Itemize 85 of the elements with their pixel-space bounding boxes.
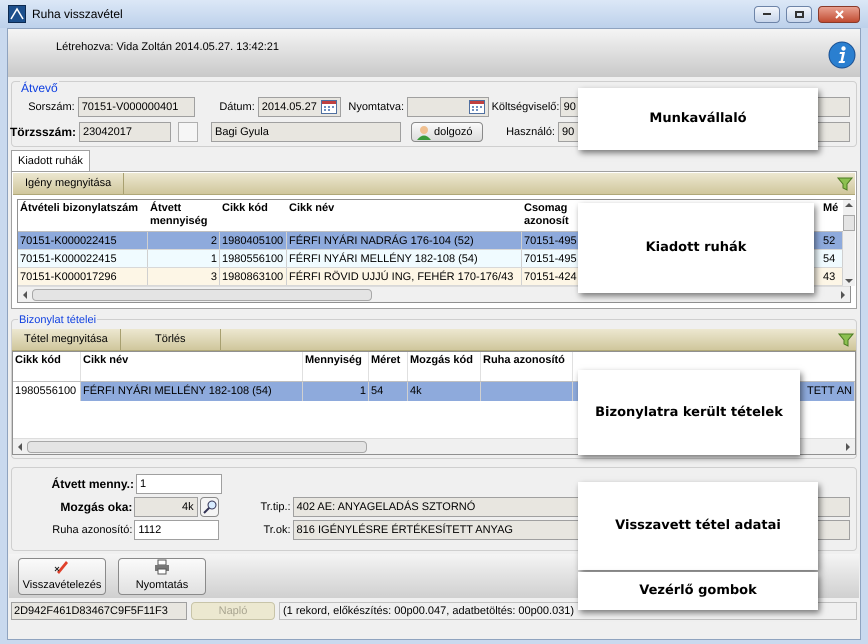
status-code-field: 2D942F461D83467C9F5F11F3 [11, 602, 187, 620]
column-header[interactable]: Cikk név [287, 200, 522, 231]
field-label: Mozgás oka: [59, 499, 132, 516]
action-button[interactable]: Nyomtatás [118, 558, 206, 594]
table-cell: FÉRFI NYÁRI MELLÉNY 182-108 (54) [81, 382, 303, 401]
tab[interactable]: Kiadott ruhák [11, 150, 90, 171]
right-arrow-icon[interactable] [845, 442, 851, 450]
column-header[interactable]: Mé [821, 200, 843, 231]
table-cell: 2 [148, 232, 220, 249]
left-arrow-icon[interactable] [17, 442, 23, 450]
field-label: Tr.tip.: [259, 500, 291, 515]
person-icon [416, 124, 432, 140]
group-title: Bizonylat tételei [18, 312, 98, 328]
toolbar-button[interactable]: Igény megnyitása [13, 173, 124, 194]
input-field[interactable]: 4k [134, 497, 198, 517]
column-header[interactable]: Átvett mennyiség [148, 200, 220, 231]
vertical-scrollbar[interactable] [843, 200, 855, 286]
label-tooltip: Munkavállaló [578, 88, 818, 150]
field-label: Nyomtatva: [347, 100, 404, 115]
field-label: Költségviselő: [492, 100, 557, 115]
created-info: Létrehozva: Vida Zoltán 2014.05.27. 13:42:21 [56, 40, 280, 55]
table-cell: FÉRFI NYÁRI MELLÉNY 182-108 (54) [287, 250, 522, 267]
checkbox[interactable] [178, 122, 198, 142]
maximize-button[interactable] [786, 6, 812, 22]
field-label: Sorszám: [27, 100, 75, 115]
table-cell: 1 [148, 250, 220, 267]
table-cell: 3 [148, 268, 220, 285]
field-label: Átvett menny.: [50, 476, 134, 493]
table-cell: FÉRFI NYÁRI NADRÁG 176-104 (52) [287, 232, 522, 249]
column-header[interactable]: Mozgás kód [408, 352, 481, 381]
scrollbar-thumb[interactable] [843, 215, 855, 231]
info-icon[interactable] [828, 41, 856, 69]
table-cell: 1980863100 [220, 268, 287, 285]
minimize-button[interactable] [754, 6, 780, 22]
table-cell: 1980556100 [220, 250, 287, 267]
table-cell: 54 [369, 382, 408, 401]
date-field[interactable]: 2014.05.27 [258, 97, 342, 117]
column-header[interactable]: Ruha azonosító [481, 352, 573, 381]
left-arrow-icon[interactable] [22, 290, 28, 298]
filter-icon[interactable] [838, 332, 854, 348]
toolbar-button[interactable]: Törlés [120, 329, 221, 350]
calendar-icon[interactable] [468, 100, 485, 114]
label-tooltip: Visszavett tétel adatai [578, 482, 818, 570]
label-tooltip: Vezérlő gombok [578, 572, 818, 610]
column-header[interactable]: Cikk név [81, 352, 303, 381]
up-arrow-icon[interactable] [845, 202, 853, 208]
table-cell: 70151-K000022415 [18, 250, 148, 267]
eraser-pen-icon [54, 558, 70, 575]
calendar-icon[interactable] [321, 100, 338, 114]
input-field[interactable]: Bagi Gyula [211, 122, 401, 142]
app-icon [8, 5, 26, 23]
column-header[interactable]: Átvételi bizonylatszám [18, 200, 148, 231]
column-header[interactable]: Méret [369, 352, 408, 381]
field-label: Dátum: [218, 100, 255, 115]
table-cell: 70151-K000022415 [18, 232, 148, 249]
right-arrow-icon[interactable] [840, 290, 846, 298]
table-cell: 1980405100 [220, 232, 287, 249]
action-button[interactable]: Visszavételezés [18, 558, 106, 594]
table-cell: FÉRFI RÖVID UJJÚ ING, FEHÉR 170-176/43 [287, 268, 522, 285]
down-arrow-icon[interactable] [845, 278, 853, 284]
dolgozo-button[interactable]: dolgozó [411, 122, 483, 142]
column-header[interactable]: Mennyiség [303, 352, 369, 381]
table-cell: 1980556100 [13, 382, 81, 401]
filter-icon[interactable] [837, 176, 853, 192]
printer-icon [154, 558, 170, 575]
label-tooltip: Bizonylatra került tételek [578, 370, 800, 455]
input-field[interactable]: 1112 [134, 520, 220, 540]
close-icon[interactable] [834, 10, 844, 18]
input-field[interactable]: 1 [136, 474, 222, 494]
field-label: Tr.ok: [262, 522, 291, 538]
column-header[interactable]: Cikk kód [13, 352, 81, 381]
table-cell: 70151-K000017296 [18, 268, 148, 285]
column-header[interactable]: Cikk kód [220, 200, 287, 231]
window-title: Ruha visszavétel [32, 6, 123, 23]
table-cell: 1 [303, 382, 369, 401]
input-field[interactable]: 70151-V000000401 [78, 97, 196, 117]
input-field[interactable]: 23042017 [79, 122, 171, 142]
close-button[interactable] [818, 6, 860, 22]
field-label: Ruha azonosító: [51, 522, 132, 538]
date-field[interactable] [407, 97, 489, 117]
field-label: Törzsszám: [8, 124, 76, 141]
toolbar-button[interactable]: Tétel megnyitása [12, 329, 121, 350]
label-tooltip: Kiadott ruhák [578, 203, 814, 293]
field-label: Használó: [505, 124, 555, 140]
table-cell: 4k [408, 382, 481, 401]
